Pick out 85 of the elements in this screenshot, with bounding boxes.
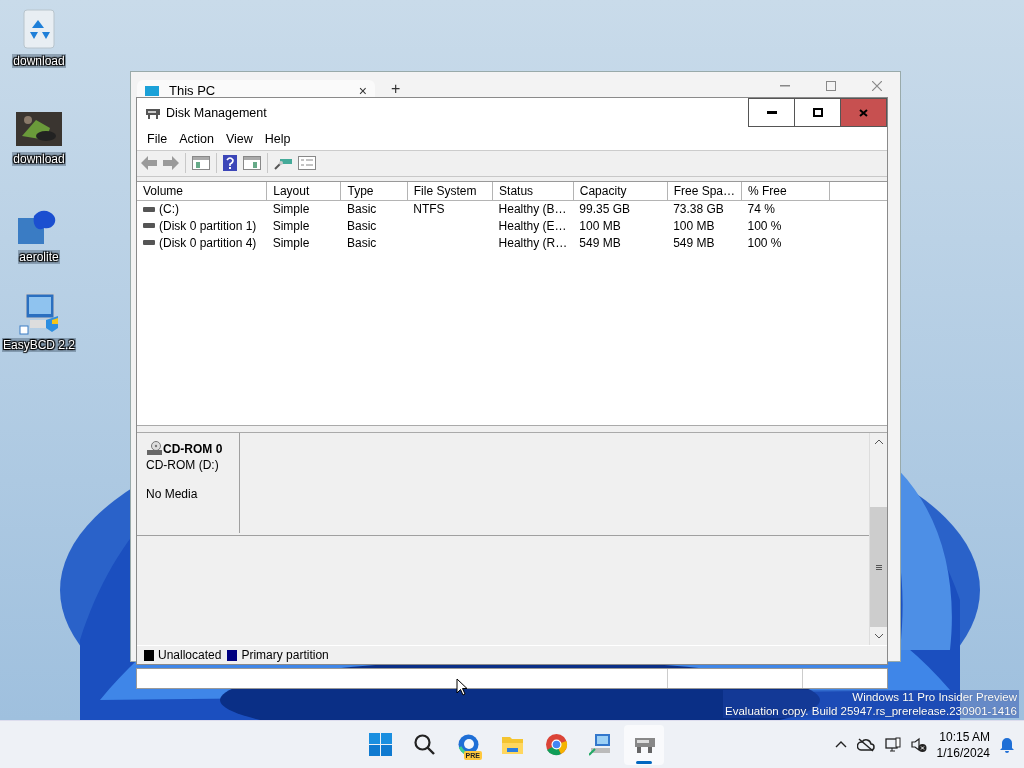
menu-item[interactable]: Help <box>258 131 297 146</box>
volume-muted-icon[interactable] <box>910 736 927 753</box>
table-cell: Simple <box>272 235 310 250</box>
new-tab-button[interactable]: + <box>391 84 401 94</box>
menu-item[interactable]: File <box>141 131 174 146</box>
table-cell: 73.38 GB <box>673 202 724 217</box>
clock-date: 1/16/2024 <box>936 744 990 761</box>
menu-item[interactable]: View <box>219 131 259 146</box>
close-icon <box>872 81 882 91</box>
watermark-text: Windows 11 Pro Insider Preview <box>852 690 1017 704</box>
column-header[interactable]: Free Spa… <box>667 182 742 201</box>
table-cell: 74 % <box>747 202 775 217</box>
action-pane-icon[interactable] <box>243 156 261 171</box>
table-cell: 100 % <box>747 218 782 233</box>
column-header[interactable]: File System <box>407 182 493 201</box>
watermark-text: Evaluation copy. Build 25947.rs_prerelease.230901-1416 <box>725 704 1017 718</box>
table-cell: Healthy (B… <box>498 202 567 217</box>
active-indicator <box>636 760 652 764</box>
media-status: No Media <box>146 487 199 502</box>
maximize-icon <box>826 81 836 91</box>
table-cell: (Disk 0 partition 4) <box>159 235 257 250</box>
clock[interactable]: 10:15 AM 1/16/2024 <box>936 728 990 761</box>
column-header[interactable]: Status <box>492 182 574 201</box>
help-icon[interactable] <box>223 155 237 172</box>
minimize-button[interactable] <box>748 98 794 127</box>
table-cell: 549 MB <box>579 235 621 250</box>
table-cell: (C:) <box>159 202 179 217</box>
menu-item[interactable]: Action <box>173 131 220 146</box>
chevron-up-icon[interactable] <box>834 741 847 748</box>
back-arrow-icon[interactable] <box>141 156 157 171</box>
drive-label: CD-ROM (D:) <box>146 458 220 473</box>
chrome-icon <box>544 733 568 756</box>
close-tab-button[interactable]: × <box>358 86 367 96</box>
drive-icon <box>143 206 155 212</box>
table-cell: 549 MB <box>673 235 715 250</box>
column-header[interactable]: Layout <box>266 182 341 201</box>
maximize-button[interactable] <box>794 98 840 127</box>
scroll-down-icon[interactable] <box>874 634 883 640</box>
cd-drive-icon <box>146 441 162 457</box>
window-title: Disk Management <box>166 105 268 120</box>
table-cell: 100 % <box>747 235 782 250</box>
drive-icon <box>143 223 155 229</box>
clock-time: 10:15 AM <box>939 728 990 745</box>
network-icon[interactable] <box>884 736 901 753</box>
close-icon <box>859 108 868 117</box>
properties-icon[interactable] <box>298 156 316 171</box>
table-cell: 99.35 GB <box>579 202 630 217</box>
cloud-off-icon[interactable] <box>856 737 875 752</box>
grip-icon <box>875 564 882 570</box>
table-cell: 100 MB <box>579 218 621 233</box>
console-tree-icon[interactable] <box>192 156 210 171</box>
table-cell: (Disk 0 partition 1) <box>159 218 257 233</box>
table-cell: Simple <box>272 218 310 233</box>
column-header[interactable]: Type <box>340 182 408 201</box>
tab-title: This PC <box>169 86 217 96</box>
table-cell: Healthy (E… <box>498 218 567 233</box>
table-cell: Basic <box>346 218 377 233</box>
start-icon <box>368 733 392 756</box>
notification-bell-icon[interactable] <box>1000 736 1014 753</box>
column-header[interactable]: Volume <box>137 182 267 201</box>
column-header[interactable]: % Free <box>741 182 830 201</box>
search-icon <box>412 733 436 756</box>
maximize-icon <box>812 108 823 117</box>
tab[interactable]: This PC × <box>137 80 375 97</box>
table-cell: Healthy (R… <box>498 235 568 250</box>
minimize-icon <box>780 85 790 87</box>
computer-icon <box>588 733 612 756</box>
disk-name: CD-ROM 0 <box>163 441 223 456</box>
minimize-icon <box>766 111 777 114</box>
table-cell: NTFS <box>413 202 445 217</box>
mouse-pointer-icon <box>456 678 468 696</box>
monitor-icon <box>145 86 159 96</box>
table-cell: Simple <box>272 202 310 217</box>
scroll-up-icon[interactable] <box>874 439 883 445</box>
table-cell: Basic <box>346 235 377 250</box>
legend-label: Primary partition <box>241 648 329 663</box>
drive-icon <box>143 240 155 246</box>
column-header[interactable]: Capacity <box>573 182 668 201</box>
disk-management-icon <box>146 106 160 119</box>
forward-arrow-icon[interactable] <box>163 156 179 171</box>
legend-label: Unallocated <box>158 648 222 663</box>
scroll-thumb[interactable] <box>870 507 887 628</box>
table-cell: Basic <box>346 202 377 217</box>
table-cell: 100 MB <box>673 218 715 233</box>
scrollbar[interactable] <box>869 433 887 646</box>
